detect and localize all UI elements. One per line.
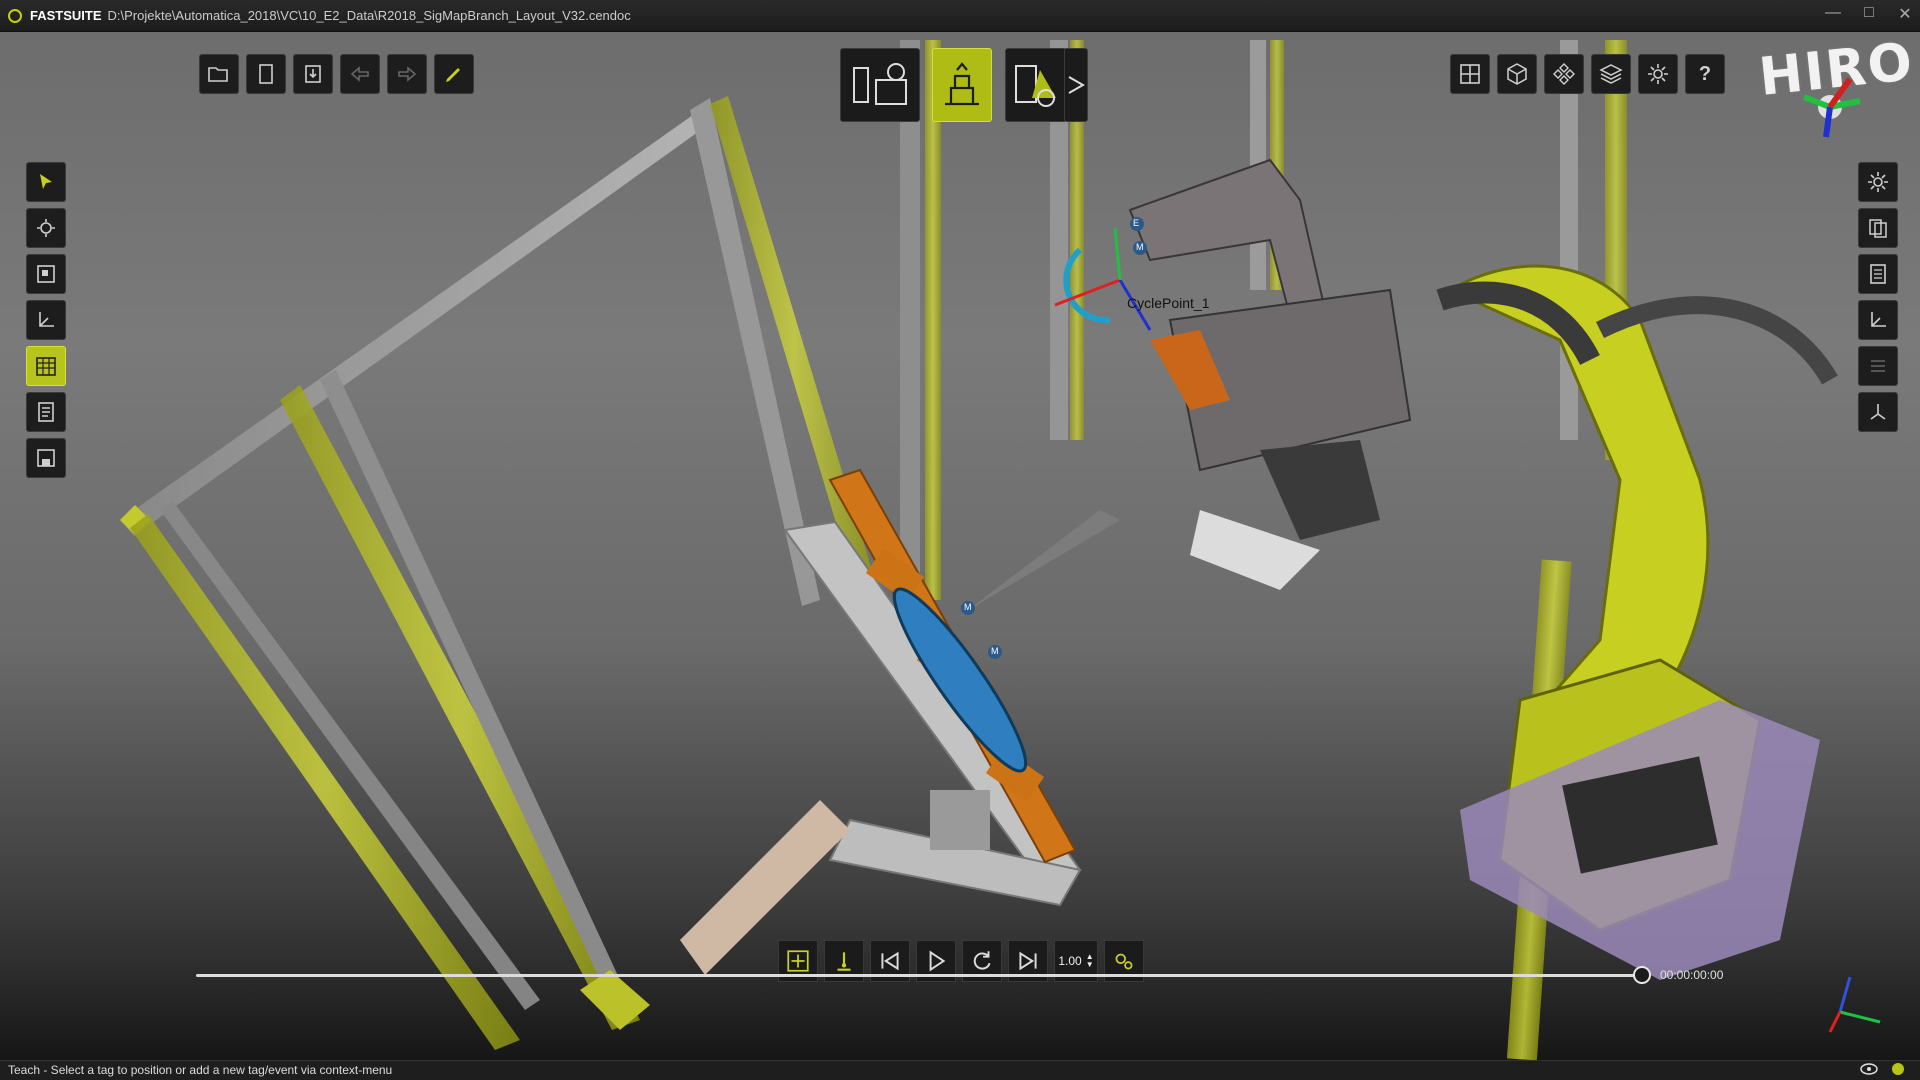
open-file-button[interactable] — [199, 54, 239, 94]
speed-stepper-icon[interactable]: ▲ ▼ — [1086, 953, 1094, 969]
skip-forward-icon — [1019, 951, 1037, 971]
time-readout: 00:00:00:00 — [1660, 968, 1724, 982]
marker-label-m: M — [964, 602, 972, 612]
shapes-mode-icon — [1015, 65, 1056, 107]
play-icon — [929, 950, 946, 972]
marker-label-e: E — [1133, 218, 1140, 228]
list-icon — [1871, 360, 1885, 372]
components-button[interactable] — [1544, 54, 1584, 94]
pencil-icon — [446, 68, 460, 82]
close-icon[interactable]: ✕ — [1896, 4, 1914, 24]
axes-button[interactable] — [26, 300, 66, 340]
skip-back-icon — [881, 951, 899, 971]
scene-graphics — [120, 40, 1838, 1060]
document-icon — [1870, 264, 1886, 284]
gear-select-icon — [37, 219, 55, 237]
speed-value: 1.00 — [1058, 954, 1082, 968]
cube-view-icon — [1507, 63, 1527, 85]
right-axes-button[interactable] — [1858, 300, 1898, 340]
document-list-button[interactable] — [26, 392, 66, 432]
document-button[interactable] — [1858, 254, 1898, 294]
cyclepoint-label: CyclePoint_1 — [1127, 295, 1210, 311]
select-arrow-icon — [40, 174, 52, 189]
status-dot-icon — [1892, 1063, 1904, 1075]
robot-teach-mode-icon — [945, 62, 979, 106]
tag-icon — [837, 952, 851, 971]
minimize-icon[interactable]: — — [1824, 4, 1842, 24]
list-button[interactable] — [1858, 346, 1898, 386]
right-settings-button[interactable] — [1858, 162, 1898, 202]
app-logo-icon — [8, 8, 22, 23]
save-icon — [37, 449, 55, 467]
frame-axes-icon — [1870, 404, 1886, 420]
robot — [1436, 264, 1838, 980]
redo-button[interactable] — [387, 54, 427, 94]
teach-icon — [787, 950, 809, 972]
help-icon: ? — [1698, 62, 1712, 85]
settings-icon — [1868, 172, 1888, 192]
robot-teach-mode-button[interactable] — [932, 48, 992, 122]
settings-gears-icon — [1115, 953, 1133, 970]
new-document-button[interactable] — [246, 54, 286, 94]
save-button[interactable] — [26, 438, 66, 478]
expand-modes-button[interactable] — [1064, 48, 1088, 122]
layers-icon — [1599, 64, 1623, 84]
frame-axes-button[interactable] — [1858, 392, 1898, 432]
loop-icon — [973, 951, 991, 970]
components-icon — [1553, 63, 1575, 85]
help-button[interactable]: ? — [1685, 54, 1725, 94]
layout-mode-button[interactable] — [840, 48, 920, 122]
app-name: FASTSUITE — [30, 8, 102, 23]
eye-icon[interactable] — [1860, 1063, 1878, 1075]
timeline-track[interactable] — [196, 974, 1642, 977]
folder-open-icon — [208, 67, 228, 82]
expand-arrow-icon — [1068, 76, 1085, 94]
calendar-grid-icon — [36, 357, 56, 376]
settings-button[interactable] — [1638, 54, 1678, 94]
document-list-icon — [38, 402, 54, 422]
navigation-gizmo-icon[interactable] — [1790, 67, 1870, 147]
axes-icon — [1871, 312, 1886, 327]
settings-icon — [1648, 64, 1668, 84]
layers-button[interactable] — [1591, 54, 1631, 94]
layout-mode-icon — [853, 63, 907, 105]
shapes-mode-button[interactable] — [1005, 48, 1067, 122]
copy-icon — [1869, 219, 1887, 238]
new-document-icon — [259, 64, 273, 84]
marker-label-m: M — [1136, 242, 1144, 252]
layout-grid-icon — [1460, 64, 1480, 84]
gripper — [1128, 158, 1412, 590]
maximize-icon[interactable]: □ — [1860, 4, 1878, 24]
frame-icon — [37, 265, 55, 283]
timeline-scrubber[interactable] — [1633, 966, 1651, 984]
calendar-grid-button[interactable] — [26, 346, 66, 386]
status-message: Teach - Select a tag to position or add … — [8, 1063, 393, 1077]
gear-select-button[interactable] — [26, 208, 66, 248]
status-bar: Teach - Select a tag to position or add … — [0, 1060, 1920, 1080]
select-tool-button[interactable] — [26, 162, 66, 202]
title-bar: FASTSUITE D:\Projekte\Automatica_2018\VC… — [0, 0, 1920, 32]
undo-button[interactable] — [340, 54, 380, 94]
axis-triad-icon — [1828, 976, 1881, 1033]
redo-icon — [398, 66, 417, 82]
marker-label-m: M — [991, 646, 999, 656]
copy-button[interactable] — [1858, 208, 1898, 248]
cube-view-button[interactable] — [1497, 54, 1537, 94]
import-button[interactable] — [293, 54, 333, 94]
3d-viewport[interactable]: CyclePoint_1 E M M M HIRO — [0, 32, 1920, 1060]
window-controls: — □ ✕ — [1824, 4, 1914, 24]
undo-icon — [350, 66, 369, 82]
axes-icon — [39, 312, 54, 327]
frame-button[interactable] — [26, 254, 66, 294]
layout-grid-button[interactable] — [1450, 54, 1490, 94]
edit-button[interactable] — [434, 54, 474, 94]
document-path: D:\Projekte\Automatica_2018\VC\10_E2_Dat… — [107, 8, 631, 23]
import-icon — [305, 65, 321, 83]
